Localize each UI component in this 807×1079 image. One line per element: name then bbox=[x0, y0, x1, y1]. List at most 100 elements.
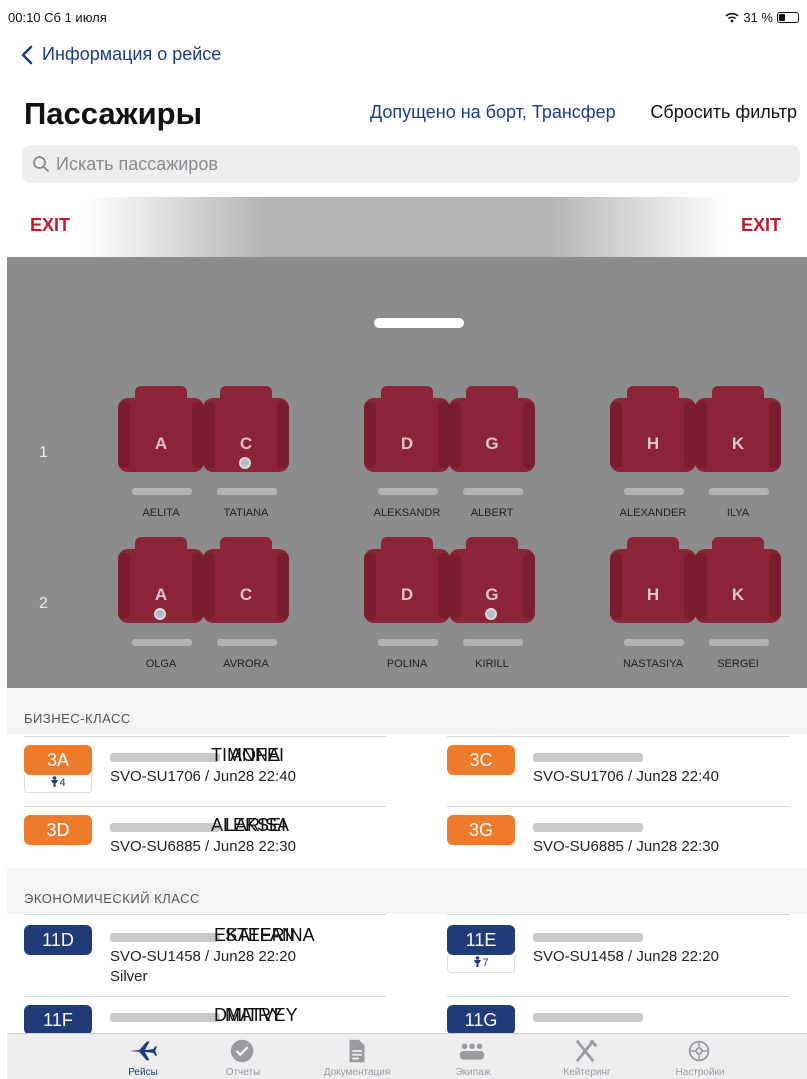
check-circle-icon bbox=[230, 1039, 254, 1063]
passenger-row[interactable]: 11D EKATERINA SVO-SU1458 / Jun28 22:20 Silv… bbox=[24, 925, 386, 985]
passenger-first-name: LARISA bbox=[225, 815, 290, 835]
battery-icon bbox=[777, 12, 799, 23]
seat[interactable]: K bbox=[695, 386, 781, 480]
seat-passenger-name: KIRILL bbox=[475, 658, 509, 670]
seat[interactable]: A bbox=[118, 386, 204, 480]
section-header: БИЗНЕС-КЛАСС bbox=[7, 688, 807, 734]
seat[interactable]: G bbox=[449, 537, 535, 631]
group-size: 4 bbox=[59, 777, 66, 789]
tab-label: Рейсы bbox=[128, 1067, 158, 1078]
passenger-surname-redacted bbox=[709, 488, 769, 495]
tab-crew[interactable]: Экипаж bbox=[423, 1034, 523, 1079]
seat-badge: 3G bbox=[447, 815, 515, 845]
tab-settings[interactable]: Настройки bbox=[650, 1034, 750, 1079]
seat-passenger-name: OLGA bbox=[145, 658, 177, 670]
tab-flights[interactable]: Рейсы bbox=[93, 1034, 193, 1079]
surname-redacted bbox=[533, 823, 643, 832]
seat[interactable]: D bbox=[364, 386, 450, 480]
passenger-row[interactable]: 3C ANNA SVO-SU1706 / Jun28 22:40 bbox=[230, 745, 807, 803]
passenger-list[interactable]: БИЗНЕС-КЛАСС 3A 4 TIMOFEI SVO-SU1706 / Jun28… bbox=[7, 688, 807, 1033]
passenger-row[interactable]: 3G LARISA SVO-SU6885 / Jun28 22:30 bbox=[225, 815, 807, 873]
row-separator bbox=[447, 914, 790, 915]
exit-left-label: EXIT bbox=[30, 215, 71, 235]
passenger-surname-redacted bbox=[217, 488, 277, 495]
seat-letter: H bbox=[646, 434, 660, 453]
passenger-row[interactable]: 11E 7 STEFAN SVO-SU1458 / Jun28 22:20 bbox=[225, 925, 807, 983]
seat-letter: G bbox=[485, 585, 499, 604]
row-separator bbox=[24, 996, 386, 997]
seat-letter: C bbox=[239, 585, 253, 604]
row-number: 2 bbox=[39, 595, 48, 612]
seat-badge: 3A bbox=[24, 745, 92, 775]
passenger-row[interactable]: 11G MATVEY bbox=[225, 1005, 807, 1033]
tab-reports[interactable]: Отчеты bbox=[193, 1034, 293, 1079]
tab-label: Настройки bbox=[675, 1067, 725, 1078]
seat-badge: 11G bbox=[447, 1005, 515, 1033]
passenger-first-name: ANNA bbox=[230, 745, 281, 765]
seat-map[interactable]: 1 A AELITA C TATIANA D ALEKSANDR G ALBERT H ALEXAN… bbox=[7, 257, 807, 688]
row-separator bbox=[24, 806, 386, 807]
seat-badge: 11F bbox=[24, 1005, 92, 1033]
flight-info: SVO-SU6885 / Jun28 22:30 bbox=[533, 838, 719, 855]
row-separator bbox=[447, 736, 790, 737]
seat-letter: A bbox=[154, 585, 168, 604]
seat[interactable]: C bbox=[203, 386, 289, 480]
row-separator bbox=[447, 806, 790, 807]
wifi-icon bbox=[725, 12, 739, 23]
surname-redacted bbox=[110, 1013, 220, 1022]
tab-label: Экипаж bbox=[455, 1067, 491, 1078]
battery-percent: 31 % bbox=[743, 10, 773, 25]
passenger-surname-redacted bbox=[132, 488, 192, 495]
tab-documentation[interactable]: Документация bbox=[307, 1034, 407, 1079]
row-separator bbox=[24, 914, 386, 915]
section-header: ЭКОНОМИЧЕСКИЙ КЛАСС bbox=[7, 868, 807, 914]
settings-icon bbox=[688, 1040, 710, 1062]
surname-redacted bbox=[533, 753, 643, 762]
exit-right-label: EXIT bbox=[741, 215, 782, 235]
passenger-surname-redacted bbox=[378, 488, 438, 495]
seat-status-dot bbox=[154, 608, 166, 620]
status-right: 31 % bbox=[725, 10, 799, 25]
seat[interactable]: A bbox=[118, 537, 204, 631]
flight-info: SVO-SU1706 / Jun28 22:40 bbox=[110, 768, 296, 785]
row-separator bbox=[24, 736, 386, 737]
surname-redacted bbox=[533, 1013, 643, 1022]
seat-passenger-name: ALEXANDER bbox=[619, 507, 687, 519]
seat[interactable]: K bbox=[695, 537, 781, 631]
passenger-surname-redacted bbox=[709, 639, 769, 646]
reset-filter-button[interactable]: Сбросить фильтр bbox=[650, 102, 797, 123]
back-button[interactable]: Информация о рейсе bbox=[20, 44, 221, 65]
seat[interactable]: H bbox=[610, 537, 696, 631]
passenger-row[interactable]: 11F DMITRY bbox=[24, 1005, 386, 1033]
section-title: ЭКОНОМИЧЕСКИЙ КЛАСС bbox=[24, 891, 200, 906]
passenger-surname-redacted bbox=[624, 639, 684, 646]
app-screen: { "status_bar": {"time_date": "00:10 Сб … bbox=[0, 0, 807, 1079]
seat-letter: K bbox=[731, 585, 745, 604]
seat[interactable]: G bbox=[449, 386, 535, 480]
tab-catering[interactable]: Кейтеринг bbox=[537, 1034, 637, 1079]
row-number: 1 bbox=[39, 444, 48, 461]
active-filter-link[interactable]: Допущено на борт, Трансфер bbox=[370, 102, 616, 123]
passenger-row[interactable]: 3D ALEKSEI SVO-SU6885 / Jun28 22:30 bbox=[24, 815, 386, 873]
seat[interactable]: C bbox=[203, 537, 289, 631]
search-bar[interactable] bbox=[22, 145, 800, 183]
drag-handle[interactable] bbox=[374, 318, 464, 328]
passenger-surname-redacted bbox=[217, 639, 277, 646]
plane-icon bbox=[129, 1041, 158, 1061]
passenger-surname-redacted bbox=[378, 639, 438, 646]
seat-passenger-name: ALBERT bbox=[470, 507, 514, 519]
seat-badge: 11E bbox=[447, 925, 515, 955]
status-bar: 00:10 Сб 1 июля 31 % bbox=[0, 0, 807, 34]
status-time-date: 00:10 Сб 1 июля bbox=[8, 10, 107, 25]
loyalty-tier: Silver bbox=[110, 968, 148, 985]
chevron-left-icon bbox=[21, 45, 33, 64]
seat-letter: C bbox=[239, 434, 253, 453]
seat[interactable]: D bbox=[364, 537, 450, 631]
flight-info: SVO-SU1706 / Jun28 22:40 bbox=[533, 768, 719, 785]
search-input[interactable] bbox=[56, 153, 756, 175]
section-title: БИЗНЕС-КЛАСС bbox=[24, 711, 131, 726]
seat[interactable]: H bbox=[610, 386, 696, 480]
passenger-row[interactable]: 3A 4 TIMOFEI SVO-SU1706 / Jun28 22:40 bbox=[24, 745, 386, 803]
seat-badge: 3C bbox=[447, 745, 515, 775]
tab-label: Кейтеринг bbox=[563, 1067, 611, 1078]
